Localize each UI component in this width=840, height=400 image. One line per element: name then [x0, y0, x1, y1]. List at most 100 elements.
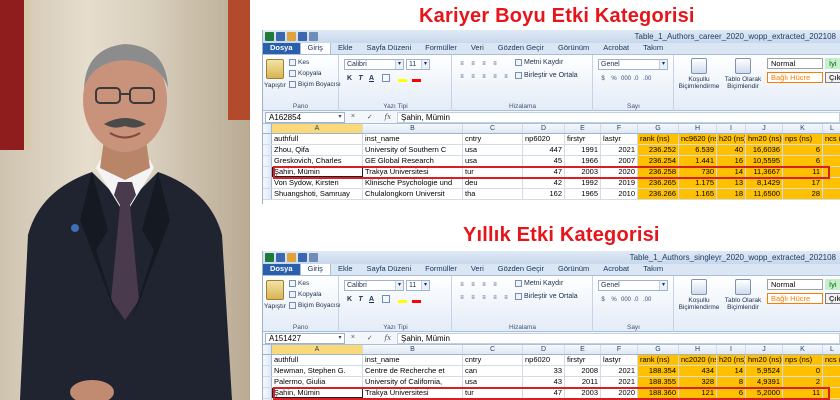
save-icon[interactable]: [276, 32, 285, 41]
row-header[interactable]: [263, 189, 272, 199]
cancel-icon[interactable]: ×: [351, 334, 355, 342]
table-cell[interactable]: 236.252: [638, 145, 679, 155]
column-header-B[interactable]: B: [363, 345, 463, 354]
table-cell[interactable]: [823, 377, 840, 387]
table-cell[interactable]: 730: [679, 167, 717, 177]
column-title[interactable]: firstyr: [565, 134, 601, 144]
column-title[interactable]: nc9620 (ns): [679, 134, 717, 144]
font-color-icon[interactable]: [412, 295, 421, 303]
table-cell[interactable]: 13: [717, 178, 746, 188]
table-cell[interactable]: 4,9391: [746, 377, 783, 387]
align-left-icon[interactable]: ≡: [457, 72, 467, 81]
table-cell[interactable]: [823, 156, 840, 166]
bold-button[interactable]: K: [345, 74, 354, 83]
column-title[interactable]: np6020: [523, 134, 565, 144]
column-header-J[interactable]: J: [746, 345, 783, 354]
select-all-corner[interactable]: [263, 124, 272, 133]
align-right-icon[interactable]: ≡: [479, 293, 489, 302]
table-cell[interactable]: [823, 366, 840, 376]
customize-icon[interactable]: [309, 253, 318, 262]
format-as-table-button[interactable]: Tablo Olarak Biçimlendir: [723, 279, 763, 311]
tab-formulas[interactable]: Formüller: [418, 263, 464, 275]
table-cell[interactable]: 6: [717, 388, 746, 398]
font-size-combo[interactable]: 11 ▾: [406, 59, 430, 70]
underline-button[interactable]: A: [367, 295, 376, 304]
tab-team[interactable]: Takım: [636, 42, 670, 54]
orientation-icon[interactable]: ≡: [490, 280, 500, 289]
table-cell[interactable]: tur: [463, 167, 523, 177]
table-cell[interactable]: 188.354: [638, 366, 679, 376]
table-cell[interactable]: 2021: [601, 366, 638, 376]
table-cell[interactable]: deu: [463, 178, 523, 188]
table-cell[interactable]: 2021: [601, 377, 638, 387]
currency-icon[interactable]: $: [598, 295, 608, 304]
table-cell[interactable]: Zhou, Qifa: [272, 145, 363, 155]
chevron-down-icon[interactable]: ▾: [421, 60, 429, 69]
table-cell[interactable]: 236.258: [638, 167, 679, 177]
chevron-down-icon[interactable]: ▾: [395, 60, 403, 69]
column-header-G[interactable]: G: [638, 345, 679, 354]
table-cell[interactable]: 1992: [565, 178, 601, 188]
font-color-icon[interactable]: [412, 74, 421, 82]
table-cell[interactable]: 2003: [565, 388, 601, 398]
paste-icon[interactable]: [266, 280, 284, 300]
table-cell[interactable]: 2: [783, 377, 823, 387]
save-icon[interactable]: [276, 253, 285, 262]
column-header-C[interactable]: C: [463, 124, 523, 133]
cut-button[interactable]: Kes: [289, 280, 309, 287]
tab-data[interactable]: Veri: [464, 42, 491, 54]
insert-function-icon[interactable]: fx: [385, 334, 392, 342]
table-cell[interactable]: 447: [523, 145, 565, 155]
table-cell[interactable]: 236.266: [638, 189, 679, 199]
number-format-combo[interactable]: Genel ▾: [598, 59, 668, 70]
table-cell[interactable]: [823, 178, 840, 188]
table-cell[interactable]: 47: [523, 388, 565, 398]
table-cell[interactable]: 47: [523, 167, 565, 177]
row-header[interactable]: [263, 377, 272, 387]
table-cell[interactable]: 2007: [601, 156, 638, 166]
bold-button[interactable]: K: [345, 295, 354, 304]
column-title[interactable]: ncs (ns): [823, 134, 840, 144]
table-cell[interactable]: 1.175: [679, 178, 717, 188]
table-cell[interactable]: 43: [523, 377, 565, 387]
name-box[interactable]: A151427 ▾: [265, 332, 345, 344]
conditional-formatting-button[interactable]: Koşullu Biçimlendirme: [677, 279, 721, 311]
table-cell[interactable]: 188.360: [638, 388, 679, 398]
table-cell[interactable]: 10,5595: [746, 156, 783, 166]
row-header[interactable]: [263, 178, 272, 188]
style-good[interactable]: İyi: [825, 279, 840, 290]
table-cell[interactable]: 6: [783, 145, 823, 155]
merge-center-button[interactable]: Birleştir ve Ortala: [515, 72, 578, 79]
tab-review[interactable]: Gözden Geçir: [491, 42, 551, 54]
table-cell[interactable]: 11: [783, 167, 823, 177]
table-cell[interactable]: 2019: [601, 178, 638, 188]
paste-button[interactable]: Yapıştır: [264, 82, 286, 89]
table-cell[interactable]: 28: [783, 189, 823, 199]
align-left-icon[interactable]: ≡: [457, 293, 467, 302]
table-cell[interactable]: University of Southern C: [363, 145, 463, 155]
percent-icon[interactable]: %: [609, 74, 619, 83]
chevron-down-icon[interactable]: ▾: [395, 281, 403, 290]
indent-increase-icon[interactable]: ≡: [501, 293, 511, 302]
table-cell[interactable]: 8,1429: [746, 178, 783, 188]
column-header-L[interactable]: L: [823, 345, 840, 354]
table-cell[interactable]: 121: [679, 388, 717, 398]
comma-icon[interactable]: 000: [620, 295, 631, 304]
column-header-E[interactable]: E: [565, 124, 601, 133]
cut-button[interactable]: Kes: [289, 59, 309, 66]
copy-button[interactable]: Kopyala: [289, 291, 322, 298]
style-linked-cell[interactable]: Bağlı Hücre: [767, 293, 823, 304]
column-title[interactable]: rank (ns): [638, 355, 679, 365]
table-cell[interactable]: 11: [783, 388, 823, 398]
paste-button[interactable]: Yapıştır: [264, 303, 286, 310]
tab-formulas[interactable]: Formüller: [418, 42, 464, 54]
column-title[interactable]: inst_name: [363, 355, 463, 365]
font-name-combo[interactable]: Calibri ▾: [344, 59, 404, 70]
table-cell[interactable]: 188.355: [638, 377, 679, 387]
table-cell[interactable]: 2020: [601, 388, 638, 398]
table-cell[interactable]: 328: [679, 377, 717, 387]
increase-decimal-icon[interactable]: .0: [631, 74, 641, 83]
column-title[interactable]: authfull: [272, 134, 363, 144]
borders-icon[interactable]: [382, 74, 390, 82]
italic-button[interactable]: T: [356, 74, 365, 83]
